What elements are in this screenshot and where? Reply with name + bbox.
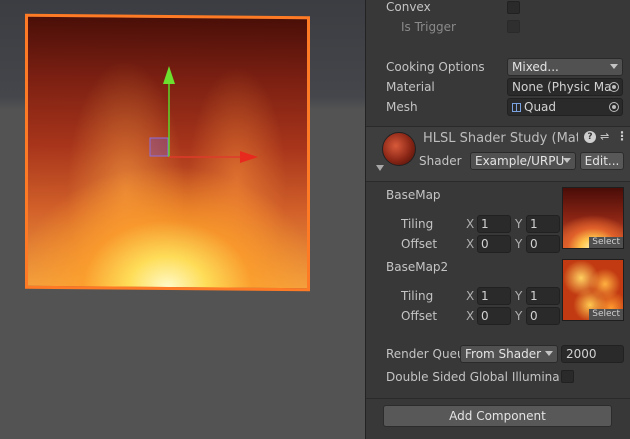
convex-row: Convex: [366, 0, 630, 20]
x-axis-label: X: [466, 237, 475, 251]
y-axis-label: Y: [515, 289, 523, 303]
is-trigger-row: Is Trigger: [366, 18, 630, 38]
cooking-options-dropdown[interactable]: Mixed...: [507, 58, 623, 76]
shader-label: Shader: [419, 154, 462, 168]
material-field[interactable]: None (Physic Ma: [507, 78, 623, 96]
basemap2-label: BaseMap2: [386, 260, 449, 274]
is-trigger-toggle: [507, 20, 520, 33]
mesh-field[interactable]: Quad: [507, 98, 623, 116]
x-axis-label: X: [466, 289, 475, 303]
plane-handle: [149, 137, 169, 157]
more-options-icon[interactable]: ⋮: [616, 129, 628, 143]
add-component-button[interactable]: Add Component: [383, 405, 612, 427]
edit-shader-button[interactable]: Edit...: [580, 152, 624, 170]
cooking-row: Cooking Options Mixed...: [366, 58, 630, 78]
offset-label: Offset: [401, 309, 438, 323]
basemap-tiling-y[interactable]: 1: [526, 215, 560, 233]
basemap2-offset-y[interactable]: 0: [526, 307, 560, 325]
render-queue-row: Render Queu From Shader 2000: [366, 345, 630, 365]
shader-value: Example/URPU: [475, 154, 565, 168]
render-queue-mode: From Shader: [465, 347, 542, 361]
scene-view[interactable]: [0, 0, 365, 439]
basemap2-texture-slot[interactable]: Select: [562, 259, 624, 321]
x-axis-label: X: [466, 217, 475, 231]
basemap-offset-y[interactable]: 0: [526, 235, 560, 253]
y-axis-label: Y: [515, 309, 523, 323]
select-texture-button[interactable]: Select: [589, 309, 623, 320]
shader-dropdown[interactable]: Example/URPU: [470, 152, 576, 170]
y-axis-arrow: [163, 66, 175, 84]
basemap-texture-slot[interactable]: Select: [562, 187, 624, 249]
x-axis-arrow: [240, 151, 258, 163]
render-queue-dropdown[interactable]: From Shader: [460, 345, 558, 363]
presets-icon[interactable]: ⇌: [600, 130, 609, 143]
divider: [366, 398, 630, 399]
render-queue-value[interactable]: 2000: [561, 345, 624, 363]
double-sided-gi-toggle[interactable]: [561, 370, 574, 383]
basemap2-tiling-x[interactable]: 1: [477, 287, 511, 305]
inspector-panel: Convex Is Trigger Cooking Options Mixed.…: [365, 0, 630, 439]
double-sided-gi-row: Double Sided Global Illuminatio: [366, 368, 630, 388]
chevron-down-icon: [545, 351, 553, 356]
material-value: None (Physic Ma: [512, 80, 612, 94]
mesh-label: Mesh: [386, 100, 418, 114]
help-icon[interactable]: ?: [584, 131, 596, 143]
offset-label: Offset: [401, 237, 438, 251]
basemap-label: BaseMap: [386, 188, 441, 202]
object-picker-icon[interactable]: [609, 82, 619, 92]
is-trigger-label: Is Trigger: [401, 20, 456, 34]
basemap-tiling-x[interactable]: 1: [477, 215, 511, 233]
x-axis-label: X: [466, 309, 475, 323]
convex-label: Convex: [386, 0, 431, 14]
tiling-label: Tiling: [401, 217, 434, 231]
tiling-label: Tiling: [401, 289, 434, 303]
convex-toggle[interactable]: [507, 1, 520, 14]
material-preview-sphere: [382, 132, 416, 166]
material-name: HLSL Shader Study (Mat: [423, 131, 578, 146]
object-picker-icon[interactable]: [609, 102, 619, 112]
foldout-arrow-icon[interactable]: [376, 165, 384, 171]
render-queue-label: Render Queu: [386, 347, 460, 361]
material-row: Material None (Physic Ma: [366, 78, 630, 98]
mesh-grid-icon: [512, 103, 521, 112]
basemap2-offset-x[interactable]: 0: [477, 307, 511, 325]
y-axis-label: Y: [515, 237, 523, 251]
cooking-options-value: Mixed...: [512, 60, 559, 74]
select-texture-button[interactable]: Select: [589, 237, 623, 248]
basemap2-tiling-y[interactable]: 1: [526, 287, 560, 305]
cooking-options-label: Cooking Options: [386, 60, 485, 74]
chevron-down-icon: [610, 64, 618, 69]
double-sided-gi-label: Double Sided Global Illuminatio: [386, 370, 559, 384]
y-axis-label: Y: [515, 217, 523, 231]
material-label: Material: [386, 80, 435, 94]
mesh-value: Quad: [524, 100, 557, 114]
basemap-offset-x[interactable]: 0: [477, 235, 511, 253]
move-gizmo[interactable]: [0, 0, 365, 439]
mesh-row: Mesh Quad: [366, 98, 630, 118]
material-header: HLSL Shader Study (Mat ? ⇌ ⋮ Shader Exam…: [366, 126, 630, 182]
chevron-down-icon: [563, 158, 571, 163]
